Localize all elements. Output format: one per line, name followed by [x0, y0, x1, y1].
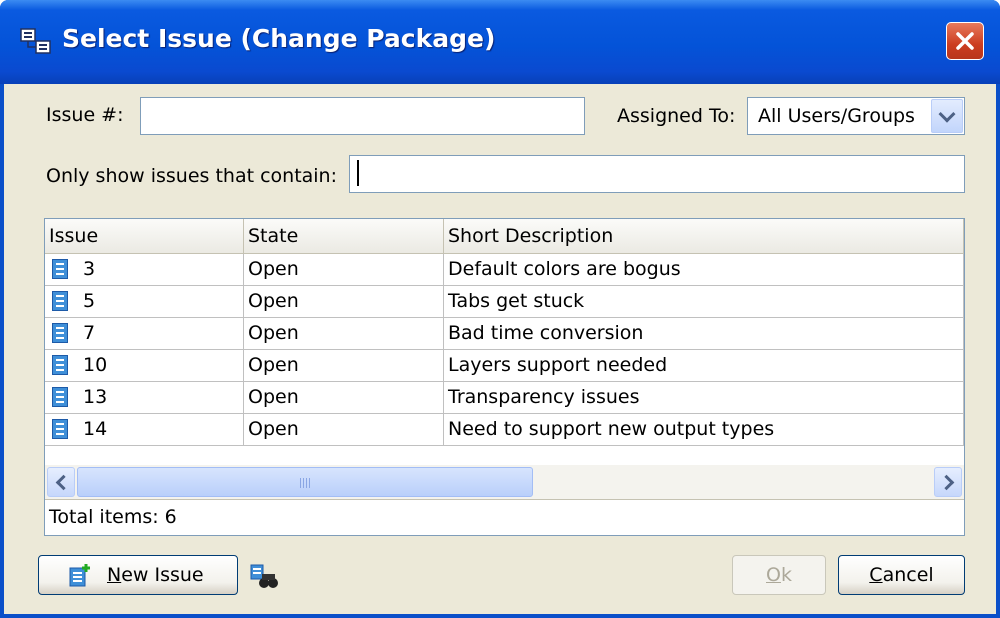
package-icon	[20, 28, 51, 54]
title-bar[interactable]: Select Issue (Change Package)	[0, 0, 1000, 84]
cancel-label: ancel	[882, 564, 934, 586]
total-items-status: Total items: 6	[45, 499, 964, 535]
issue-number: 3	[83, 258, 96, 280]
table-row[interactable]: 14 Open Need to support new output types	[45, 414, 964, 446]
issue-document-icon	[52, 355, 68, 375]
chevron-right-icon	[938, 474, 955, 491]
new-issue-mnemonic: N	[107, 564, 122, 586]
grip-icon	[300, 478, 312, 488]
issue-cell: 7	[45, 318, 244, 350]
issue-number: 5	[83, 290, 96, 312]
column-header-short-description[interactable]: Short Description	[444, 219, 964, 253]
close-button[interactable]	[946, 22, 984, 60]
table-row[interactable]: 10 Open Layers support needed	[45, 350, 964, 382]
text-cursor	[357, 160, 359, 186]
issue-document-icon	[52, 291, 68, 311]
issue-number-label: Issue #:	[46, 104, 124, 126]
assigned-to-select[interactable]: All Users/Groups	[747, 97, 965, 135]
issue-number: 14	[83, 418, 108, 440]
scroll-left-button[interactable]	[47, 467, 75, 497]
description-cell: Transparency issues	[444, 382, 964, 414]
issue-cell: 14	[45, 414, 244, 446]
table-row[interactable]: 7 Open Bad time conversion	[45, 318, 964, 350]
description-cell: Bad time conversion	[444, 318, 964, 350]
issue-document-icon	[52, 323, 68, 343]
assigned-to-label: Assigned To:	[617, 105, 736, 127]
chevron-down-icon	[938, 105, 956, 123]
horizontal-scrollbar[interactable]	[45, 465, 964, 499]
new-issue-icon	[69, 564, 90, 587]
scroll-thumb[interactable]	[77, 467, 533, 497]
issue-cell: 10	[45, 350, 244, 382]
ok-button[interactable]: Ok	[732, 555, 826, 595]
dialog-window: Select Issue (Change Package) Issue #: A…	[0, 0, 1000, 618]
issue-number: 7	[83, 322, 96, 344]
description-cell: Layers support needed	[444, 350, 964, 382]
chevron-left-icon	[55, 474, 72, 491]
assigned-to-value: All Users/Groups	[758, 105, 915, 127]
ok-mnemonic: O	[766, 564, 781, 586]
assigned-to-dropdown-button[interactable]	[931, 99, 963, 133]
column-header-state[interactable]: State	[244, 219, 444, 253]
issue-document-icon	[52, 419, 68, 439]
window-title: Select Issue (Change Package)	[62, 24, 496, 53]
ok-label: k	[780, 564, 792, 586]
issue-number: 13	[83, 386, 108, 408]
new-issue-label: ew Issue	[121, 564, 204, 586]
issue-number-input[interactable]	[140, 97, 585, 135]
close-icon	[956, 32, 974, 50]
description-cell: Tabs get stuck	[444, 286, 964, 318]
table-row[interactable]: 13 Open Transparency issues	[45, 382, 964, 414]
issue-cell: 5	[45, 286, 244, 318]
binoculars-icon[interactable]	[250, 564, 278, 590]
state-cell: Open	[244, 382, 444, 414]
state-cell: Open	[244, 254, 444, 286]
new-issue-button[interactable]: New Issue	[38, 555, 238, 595]
column-header-issue[interactable]: Issue	[45, 219, 244, 253]
scroll-right-button[interactable]	[934, 467, 962, 497]
cancel-mnemonic: C	[869, 564, 883, 586]
table-header: Issue State Short Description	[45, 219, 964, 254]
state-cell: Open	[244, 414, 444, 446]
description-cell: Need to support new output types	[444, 414, 964, 446]
table-row[interactable]: 3 Open Default colors are bogus	[45, 254, 964, 286]
description-cell: Default colors are bogus	[444, 254, 964, 286]
issue-number: 10	[83, 354, 108, 376]
cancel-button[interactable]: Cancel	[838, 555, 965, 595]
state-cell: Open	[244, 318, 444, 350]
issue-document-icon	[52, 259, 68, 279]
state-cell: Open	[244, 350, 444, 382]
issues-table[interactable]: Issue State Short Description 3 Open Def…	[44, 218, 965, 536]
issue-cell: 3	[45, 254, 244, 286]
issue-document-icon	[52, 387, 68, 407]
filter-label: Only show issues that contain:	[46, 165, 338, 187]
filter-input[interactable]	[349, 155, 965, 193]
table-row[interactable]: 5 Open Tabs get stuck	[45, 286, 964, 318]
state-cell: Open	[244, 286, 444, 318]
issue-cell: 13	[45, 382, 244, 414]
